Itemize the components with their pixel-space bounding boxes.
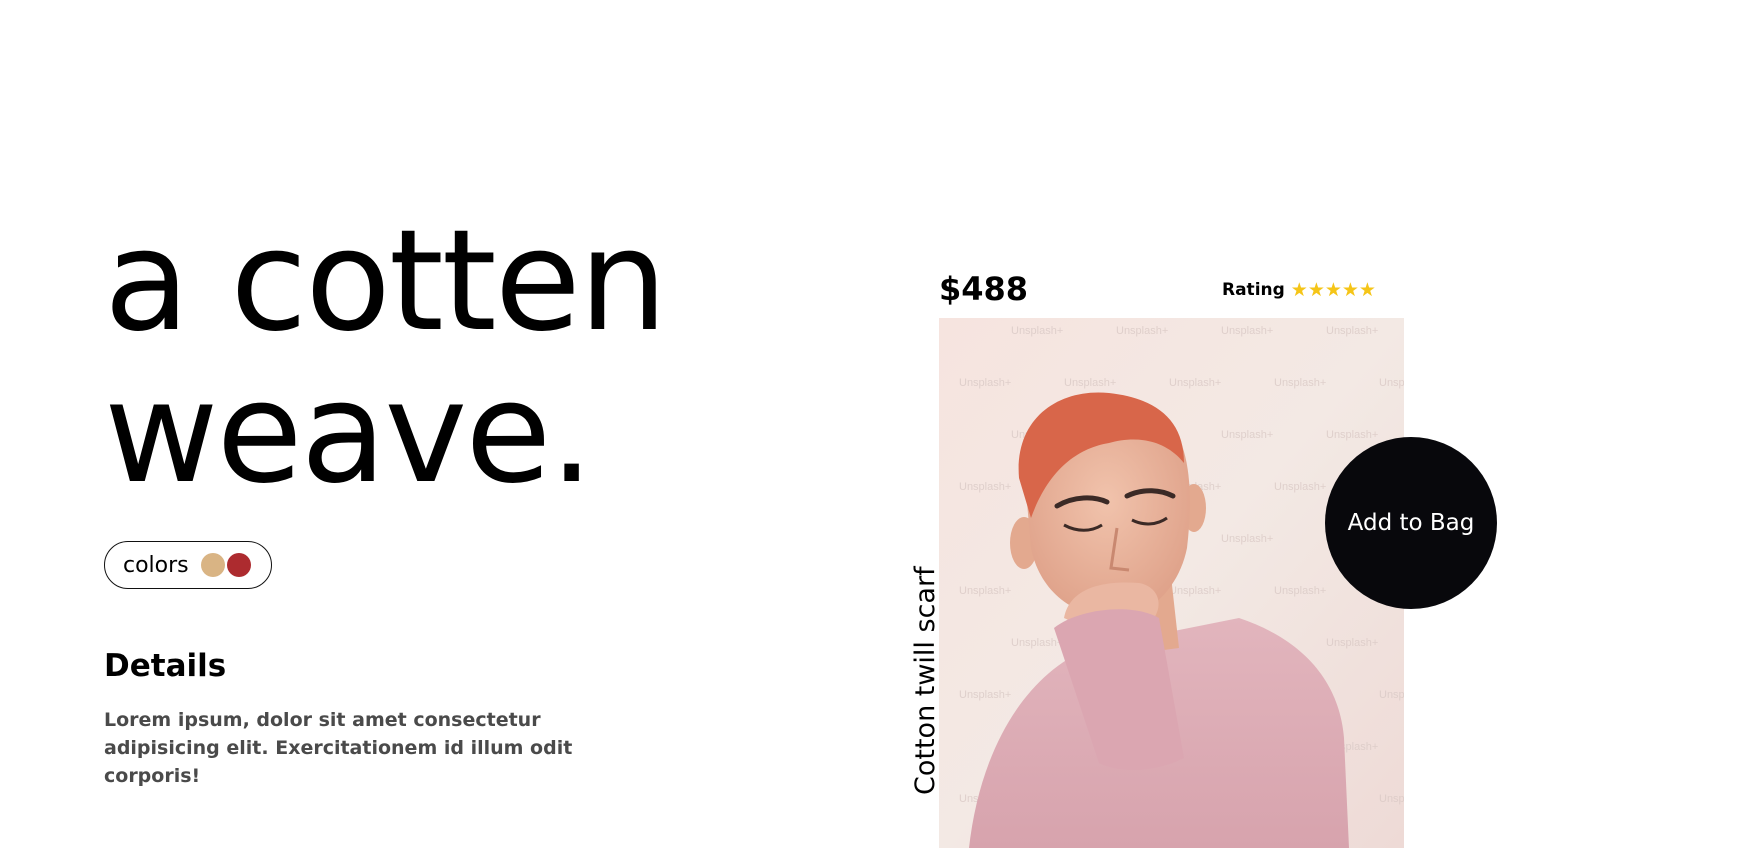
rating-stars-icon: ★★★★★ [1290,279,1376,301]
watermark-text: Unsplash+ [1326,637,1378,649]
watermark-text: Unsplash+ [1326,429,1378,441]
watermark-text: Unsplash+ [959,585,1011,597]
watermark-text: Unsplash+ [1379,793,1404,805]
add-to-bag-button[interactable]: Add to Bag [1325,437,1497,609]
watermark-text: Unsplash+ [959,481,1011,493]
product-name: Cotton twill scarf [910,566,941,795]
color-swatch-tan[interactable] [200,553,225,577]
watermark-text: Unsplash+ [1379,689,1404,701]
hero-line-1: a cotten [104,200,668,363]
watermark-text: Unsplash+ [1379,377,1404,389]
watermark-text: Unsplash+ [1221,325,1273,337]
watermark-text: Unsplash+ [1221,429,1273,441]
colors-selector: colors [104,541,272,589]
watermark-text: Unsplash+ [1169,377,1221,389]
watermark-text: Unsplash+ [959,689,1011,701]
product-page: a cotten weave. colors Details Lorem ips… [0,0,1755,848]
watermark-text: Unsplash+ [1064,377,1116,389]
watermark-text: Unsplash+ [1221,533,1273,545]
color-swatch-red[interactable] [226,553,251,577]
details-heading: Details [104,648,227,684]
colors-label: colors [123,552,189,578]
hero-headline: a cotten weave. [104,200,668,515]
hero-line-2: weave. [104,352,594,515]
watermark-text: Unsplash+ [1274,481,1326,493]
watermark-text: Unsplash+ [1011,637,1063,649]
model-illustration: Unsplash+ Unsplash+ Unsplash+ Unsplash+ Unsp… [939,318,1404,848]
product-rating: Rating ★★★★★ [1222,279,1376,301]
product-photo: Unsplash+ Unsplash+ Unsplash+ Unsplash+ Unsp… [939,318,1404,848]
watermark-text: Unsplash+ [1116,325,1168,337]
watermark-text: Unsplash+ [1274,377,1326,389]
watermark-text: Unsplash+ [1011,325,1063,337]
watermark-text: Unsplash+ [1326,325,1378,337]
watermark-text: Unsplash+ [959,377,1011,389]
watermark-text: Unsplash+ [1169,585,1221,597]
watermark-text: Unsplash+ [1274,585,1326,597]
rating-label: Rating [1222,280,1285,300]
details-description: Lorem ipsum, dolor sit amet consectetur … [104,709,573,787]
product-price: $488 [939,270,1029,308]
